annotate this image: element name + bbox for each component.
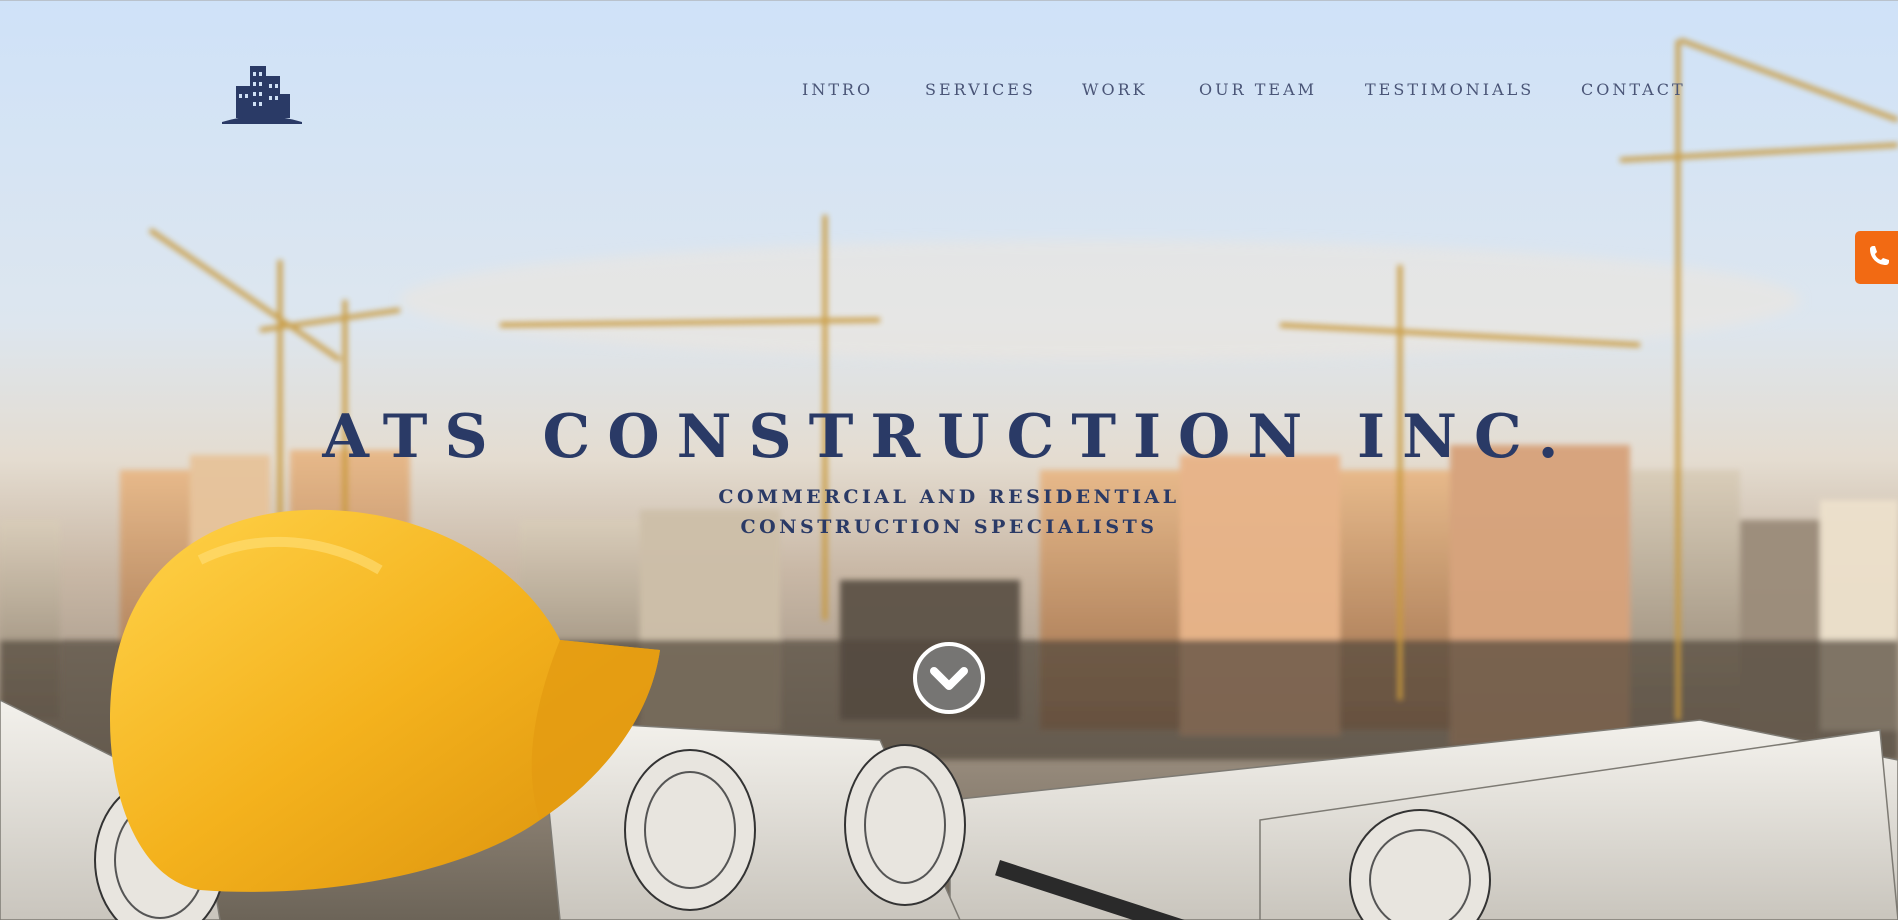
building-skyline-icon [222,66,302,124]
nav-item-intro[interactable]: INTRO [802,80,873,99]
nav-item-our-team[interactable]: OUR TEAM [1199,80,1317,99]
top-border [0,0,1898,1]
hero-subtitle-line-1: COMMERCIAL AND RESIDENTIAL [718,486,1180,508]
nav-item-testimonials[interactable]: TESTIMONIALS [1365,80,1534,99]
nav-item-work[interactable]: WORK [1082,80,1148,99]
nav-item-contact[interactable]: CONTACT [1581,80,1686,99]
scroll-down-button[interactable] [912,641,986,715]
nav-item-services[interactable]: SERVICES [925,80,1036,99]
phone-contact-tab[interactable] [1855,231,1898,284]
chevron-down-icon [913,642,985,714]
hero-section: INTRO SERVICES WORK OUR TEAM TESTIMONIAL… [0,0,1898,920]
hero-subtitle-line-2: CONSTRUCTION SPECIALISTS [740,516,1158,538]
site-logo[interactable] [222,60,302,128]
phone-icon [1870,246,1889,265]
hero-title: ATS CONSTRUCTION INC. [322,402,1576,472]
